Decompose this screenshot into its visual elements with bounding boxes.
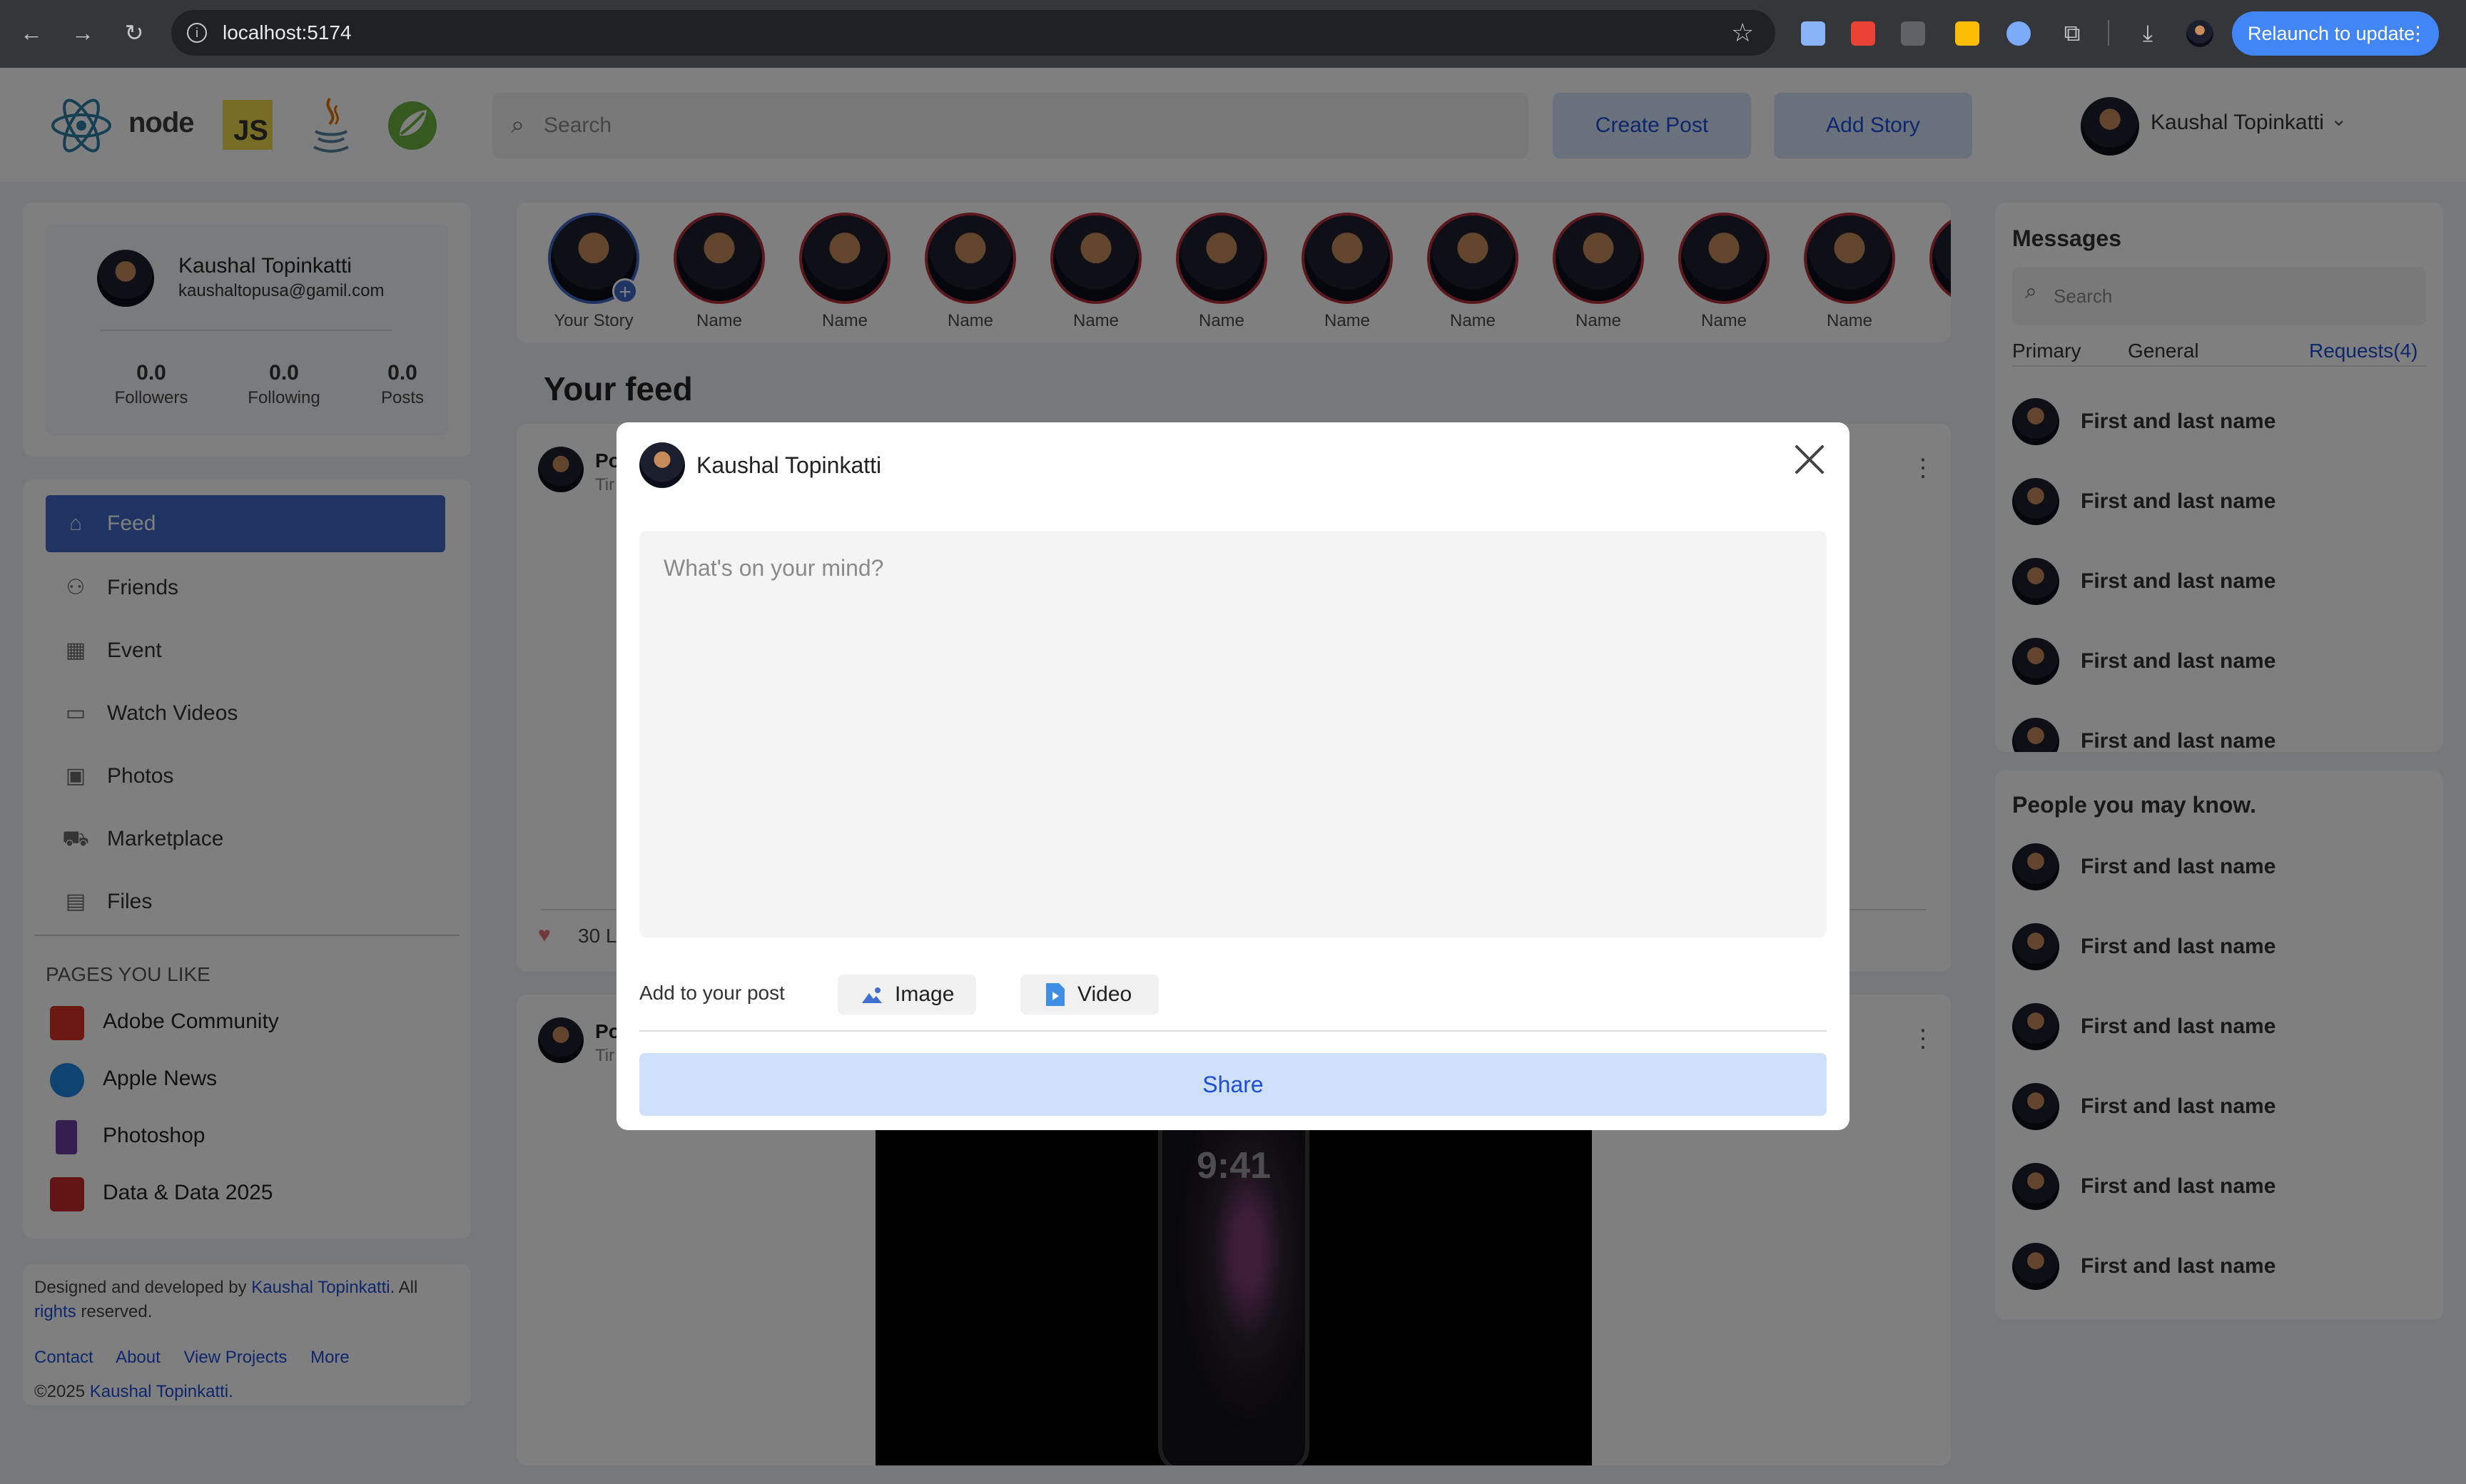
modal-user-avatar — [639, 442, 685, 488]
post-placeholder: What's on your mind? — [664, 555, 884, 581]
image-button-label: Image — [895, 982, 955, 1006]
share-button[interactable]: Share — [639, 1053, 1827, 1116]
close-icon[interactable] — [1787, 437, 1832, 482]
extensions-puzzle-icon[interactable]: ⧉ — [2055, 19, 2089, 47]
video-button-label: Video — [1077, 982, 1132, 1006]
reload-icon[interactable]: ↻ — [117, 19, 151, 47]
extension-4-icon[interactable] — [1955, 21, 1979, 46]
extension-5-icon[interactable] — [2006, 21, 2031, 46]
browser-profile-avatar[interactable] — [2186, 20, 2213, 47]
toolbar-divider — [2108, 20, 2109, 46]
back-icon[interactable]: ← — [14, 19, 49, 47]
site-info-icon[interactable]: i — [187, 23, 207, 43]
url-text: localhost:5174 — [223, 21, 352, 44]
more-icon: ⋮ — [2408, 23, 2427, 44]
browser-chrome: ← → ↻ i localhost:5174 ☆ ⧉ ⤓ Relaunch to… — [0, 0, 2466, 68]
relaunch-button[interactable]: Relaunch to update ⋮ — [2232, 11, 2439, 56]
extension-3-icon[interactable] — [1901, 21, 1925, 46]
add-video-button[interactable]: Video — [1020, 975, 1159, 1015]
modal-user-name: Kaushal Topinkatti — [696, 452, 882, 478]
add-to-post-label: Add to your post — [639, 982, 785, 1004]
address-bar[interactable]: i localhost:5174 ☆ — [171, 10, 1775, 56]
extension-1-icon[interactable] — [1801, 21, 1825, 46]
extension-2-icon[interactable] — [1851, 21, 1875, 46]
video-file-icon — [1046, 983, 1065, 1006]
bookmark-star-icon[interactable]: ☆ — [1731, 19, 1754, 47]
add-image-button[interactable]: Image — [838, 975, 976, 1015]
create-post-modal: Kaushal Topinkatti What's on your mind? … — [616, 422, 1850, 1130]
modal-divider — [639, 1030, 1827, 1032]
image-icon — [861, 985, 883, 1005]
download-icon[interactable]: ⤓ — [2131, 19, 2165, 47]
relaunch-label: Relaunch to update — [2248, 23, 2415, 44]
post-text-area[interactable]: What's on your mind? — [639, 531, 1827, 937]
forward-icon[interactable]: → — [66, 19, 100, 47]
